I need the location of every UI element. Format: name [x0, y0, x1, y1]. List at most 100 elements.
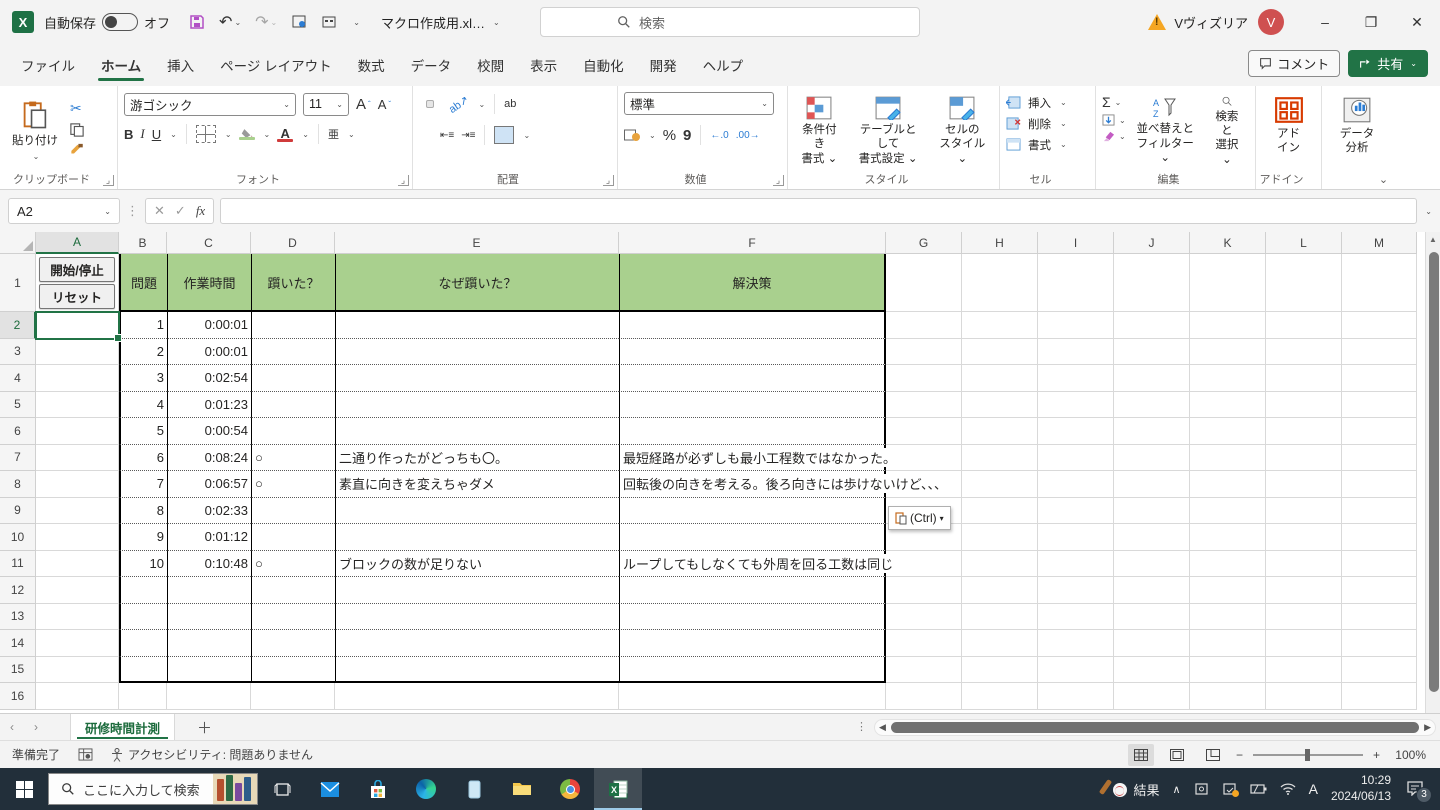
cell-J13[interactable] — [1114, 603, 1190, 630]
sort-filter-button[interactable]: AZ 並べ替えと フィルター ⌄ — [1128, 92, 1203, 171]
collapse-ribbon-button[interactable]: ⌄ — [1378, 175, 1389, 186]
row-header-9[interactable]: 9 — [0, 497, 36, 524]
cell-A1[interactable]: 開始/停止 リセット — [36, 254, 119, 312]
cell-L16[interactable] — [1266, 683, 1342, 710]
cell-F12[interactable] — [619, 577, 886, 604]
borders-button[interactable] — [195, 125, 216, 143]
cell-B9[interactable]: 8 — [119, 497, 167, 524]
ribbon-tab-6[interactable]: 校閲 — [464, 46, 517, 86]
ribbon-tab-8[interactable]: 自動化 — [570, 46, 637, 86]
format-painter-button[interactable] — [70, 143, 85, 157]
row-header-11[interactable]: 11 — [0, 550, 36, 577]
cell-I7[interactable] — [1038, 444, 1114, 471]
row-header-7[interactable]: 7 — [0, 444, 36, 471]
zoom-in-button[interactable]: + — [1373, 748, 1380, 762]
ribbon-tab-9[interactable]: 開発 — [637, 46, 690, 86]
table-header-problem[interactable]: 問題 — [119, 254, 167, 312]
cell-L8[interactable] — [1266, 471, 1342, 498]
cell-E9[interactable] — [335, 497, 619, 524]
cell-K13[interactable] — [1190, 603, 1266, 630]
cell-L6[interactable] — [1266, 418, 1342, 445]
edge-app-icon[interactable] — [402, 768, 450, 810]
cell-I5[interactable] — [1038, 391, 1114, 418]
number-dialog-launcher[interactable]: ⌟ — [773, 175, 784, 186]
cell-B8[interactable]: 7 — [119, 471, 167, 498]
zoom-slider[interactable] — [1252, 748, 1363, 761]
cell-K8[interactable] — [1190, 471, 1266, 498]
cell-A16[interactable] — [36, 683, 119, 710]
cell-H7[interactable] — [962, 444, 1038, 471]
account-avatar[interactable]: V — [1258, 9, 1284, 35]
excel-taskbar-icon[interactable]: X — [594, 768, 642, 810]
cell-D5[interactable] — [251, 391, 335, 418]
cell-D9[interactable] — [251, 497, 335, 524]
cell-G14[interactable] — [886, 630, 962, 657]
add-sheet-button[interactable]: ＋ — [175, 717, 234, 738]
cell-C13[interactable] — [167, 603, 251, 630]
cell-A8[interactable] — [36, 471, 119, 498]
cell-B15[interactable] — [119, 656, 167, 683]
cell-A10[interactable] — [36, 524, 119, 551]
conditional-formatting-button[interactable]: 条件付き 書式 ⌄ — [794, 92, 845, 170]
cell-G6[interactable] — [886, 418, 962, 445]
cell-L9[interactable] — [1266, 497, 1342, 524]
cell-K16[interactable] — [1190, 683, 1266, 710]
cell-B4[interactable]: 3 — [119, 365, 167, 392]
cell-styles-button[interactable]: セルの スタイル ⌄ — [932, 92, 993, 170]
cell-F2[interactable] — [619, 312, 886, 339]
enter-formula-button[interactable]: ✓ — [175, 203, 186, 219]
cell-B11[interactable]: 10 — [119, 550, 167, 577]
cell-I3[interactable] — [1038, 338, 1114, 365]
cell-E14[interactable] — [335, 630, 619, 657]
cell-K10[interactable] — [1190, 524, 1266, 551]
touch-mode-button[interactable] — [316, 10, 342, 34]
table-header-solution[interactable]: 解決策 — [619, 254, 886, 312]
cell-H13[interactable] — [962, 603, 1038, 630]
cell-C12[interactable] — [167, 577, 251, 604]
cell-C14[interactable] — [167, 630, 251, 657]
row-header-14[interactable]: 14 — [0, 630, 36, 657]
cell-I15[interactable] — [1038, 656, 1114, 683]
cell-A6[interactable] — [36, 418, 119, 445]
cell-E10[interactable] — [335, 524, 619, 551]
cell-A4[interactable] — [36, 365, 119, 392]
cell-F8[interactable]: 回転後の向きを考える。後ろ向きには歩けないけど、、、 — [619, 471, 947, 498]
ribbon-tab-3[interactable]: ページ レイアウト — [207, 46, 344, 86]
cell-K7[interactable] — [1190, 444, 1266, 471]
cell-D2[interactable] — [251, 312, 335, 339]
phonetic-button[interactable]: 亜 — [328, 126, 339, 142]
cell-D8[interactable]: ○ — [251, 471, 335, 498]
cell-F10[interactable] — [619, 524, 886, 551]
cell-J15[interactable] — [1114, 656, 1190, 683]
ribbon-tab-7[interactable]: 表示 — [517, 46, 570, 86]
row-header-6[interactable]: 6 — [0, 418, 36, 445]
page-layout-view-button[interactable] — [1164, 744, 1190, 766]
cell-L3[interactable] — [1266, 338, 1342, 365]
document-title[interactable]: マクロ作成用.xl… ⌄ — [381, 13, 500, 32]
close-button[interactable]: ✕ — [1394, 0, 1440, 44]
row-header-2[interactable]: 2 — [0, 312, 36, 339]
start-stop-button[interactable]: 開始/停止 — [39, 256, 115, 282]
cell-J4[interactable] — [1114, 365, 1190, 392]
news-widget[interactable]: 結果 — [1098, 779, 1160, 799]
cell-G13[interactable] — [886, 603, 962, 630]
chrome-app-icon[interactable] — [546, 768, 594, 810]
cell-M6[interactable] — [1342, 418, 1417, 445]
cell-L5[interactable] — [1266, 391, 1342, 418]
cell-A14[interactable] — [36, 630, 119, 657]
cell-L11[interactable] — [1266, 550, 1342, 577]
cancel-formula-button[interactable]: ✕ — [154, 203, 165, 219]
tray-cast-icon[interactable] — [1194, 782, 1209, 796]
cell-M13[interactable] — [1342, 603, 1417, 630]
cell-C8[interactable]: 0:06:57 — [167, 471, 251, 498]
cell-D11[interactable]: ○ — [251, 550, 335, 577]
zoom-slider-thumb[interactable] — [1304, 748, 1310, 761]
cell-H11[interactable] — [962, 550, 1038, 577]
horizontal-scroll-thumb[interactable] — [890, 722, 1420, 733]
minimize-button[interactable]: – — [1302, 0, 1348, 44]
cell-E16[interactable] — [335, 683, 619, 710]
ribbon-tab-10[interactable]: ヘルプ — [690, 46, 757, 86]
table-header-reason[interactable]: なぜ躓いた？ — [335, 254, 619, 312]
cell-A15[interactable] — [36, 656, 119, 683]
comma-style-button[interactable]: 9 — [683, 127, 691, 144]
